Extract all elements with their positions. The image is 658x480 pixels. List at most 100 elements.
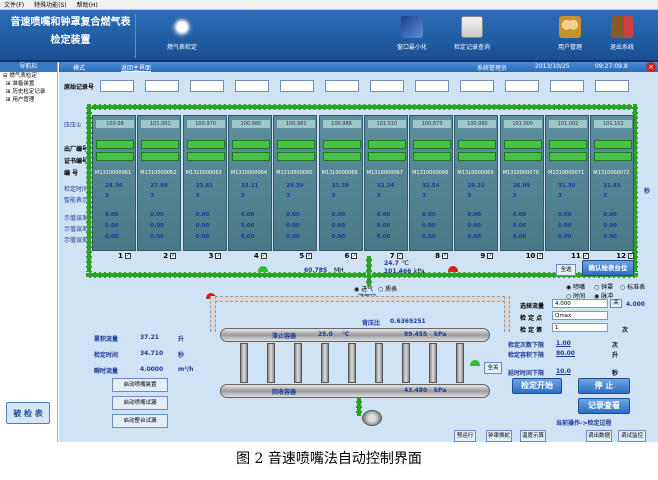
set-count-value[interactable]: 1.00: [556, 340, 571, 347]
meter-cert-field[interactable]: [458, 152, 497, 161]
menu-help[interactable]: 帮助(H): [77, 0, 98, 9]
bell-radio[interactable]: ○ 质表: [378, 284, 397, 293]
close-all-button[interactable]: 全关: [484, 362, 502, 374]
gas-meter[interactable]: 100.980 M1310000069 29.31 3 0.00 0.00 0.00: [454, 115, 499, 251]
meter-select-checkbox[interactable]: 1 ✓: [118, 252, 131, 260]
start-verify-button[interactable]: 检定开始: [512, 378, 562, 394]
select-all-button[interactable]: 全选: [556, 264, 576, 276]
record-number-box[interactable]: [595, 80, 629, 92]
nav-item-history[interactable]: ⊞ 历史检定记录: [0, 88, 57, 96]
start-nozzle-device-button[interactable]: 启动喷嘴装置: [112, 378, 168, 392]
meter-cert-field[interactable]: [594, 152, 633, 161]
record-number-box[interactable]: [325, 80, 359, 92]
valve-green-lower-icon[interactable]: [470, 360, 480, 366]
valve-red-icon[interactable]: [448, 266, 458, 272]
radio-nozzle[interactable]: ◉ 喷嘴: [566, 282, 585, 291]
nav-item-meter-verify[interactable]: ⊟ 燃气表检定: [0, 72, 57, 80]
meter-select-checkbox[interactable]: 11 ✓: [571, 252, 589, 260]
record-number-box[interactable]: [550, 80, 584, 92]
meter-serial-field[interactable]: [367, 140, 406, 149]
meter-select-checkbox[interactable]: 7 ✓: [390, 252, 403, 260]
nav-item-users[interactable]: ⊞ 用户管理: [0, 96, 57, 104]
meter-select-checkbox[interactable]: 5 ✓: [299, 252, 313, 260]
bell-change-button[interactable]: 钟罩换蛇: [486, 430, 512, 442]
select-flow-button[interactable]: 关: [610, 299, 622, 308]
meter-serial-field[interactable]: [503, 140, 542, 149]
meter-cert-field[interactable]: [549, 152, 587, 161]
header-btn-records[interactable]: 检定记录查询: [440, 16, 504, 58]
meter-select-checkbox[interactable]: 10 ✓: [526, 252, 544, 260]
valve-green-icon[interactable]: [258, 266, 268, 272]
start-full-leak-button[interactable]: 启动整台试漏: [112, 414, 168, 428]
meter-serial-field[interactable]: [458, 140, 497, 149]
record-number-box[interactable]: [280, 80, 314, 92]
back-main-link[interactable]: 返回主界面: [121, 63, 151, 72]
meter-select-checkbox[interactable]: 4 ✓: [254, 252, 267, 260]
gas-meter[interactable]: 100.08 M1310000061 28.36 3 0.00 0.00 0.00: [92, 115, 136, 251]
meter-cert-field[interactable]: [367, 152, 406, 161]
gas-meter[interactable]: 101.000 M1310000070 26.99 3 0.00 0.00 0.00: [499, 115, 544, 251]
record-number-box[interactable]: [460, 80, 494, 92]
meter-select-checkbox[interactable]: 6 ✓: [345, 252, 358, 260]
meter-cert-field[interactable]: [96, 152, 134, 161]
record-number-box[interactable]: [235, 80, 269, 92]
header-btn-exit[interactable]: 退出系统: [590, 16, 654, 58]
gas-meter[interactable]: 101.002 M1310000071 31.30 3 0.00 0.00 0.00: [545, 115, 589, 251]
meter-serial-field[interactable]: [322, 140, 361, 149]
menu-file[interactable]: 文件(F): [4, 0, 24, 9]
verify-meter-button[interactable]: 被 检 表: [6, 402, 50, 424]
delay-value[interactable]: 10.0: [556, 368, 571, 375]
record-number-box[interactable]: [505, 80, 539, 92]
record-number-box[interactable]: [145, 80, 179, 92]
meter-select-checkbox[interactable]: 2 ✓: [163, 252, 177, 260]
pre-run-button[interactable]: 预运行: [454, 430, 476, 442]
gas-meter[interactable]: 100.981 M1310000065 29.39 3 0.00 0.00 0.00: [273, 115, 318, 251]
gas-meter[interactable]: 100.873 M1310000068 32.54 3 0.00 0.00 0.00: [409, 115, 454, 251]
meter-cert-field[interactable]: [413, 152, 452, 161]
record-number-box[interactable]: [370, 80, 404, 92]
header-btn-meter-verify[interactable]: 燃气表检定: [150, 16, 214, 58]
meter-cert-field[interactable]: [231, 152, 270, 161]
stop-button[interactable]: 停 止: [578, 378, 630, 394]
select-flow-input[interactable]: 4.000: [552, 299, 608, 308]
meter-serial-field[interactable]: [413, 140, 452, 149]
meter-cert-field[interactable]: [277, 152, 316, 161]
close-icon[interactable]: ×: [646, 62, 656, 72]
meter-serial-field[interactable]: [231, 140, 270, 149]
meter-select-checkbox[interactable]: 3 ✓: [209, 252, 222, 260]
view-records-button[interactable]: 记录查看: [578, 398, 630, 414]
debug-monitor-button[interactable]: 调试监控: [618, 430, 646, 442]
gas-meter[interactable]: 101.102 M1310000072 31.83 3 0.00 0.00 0.00: [590, 115, 635, 251]
gas-meter[interactable]: 100.980 M1310000064 33.11 3 0.00 0.00 0.00: [227, 115, 272, 251]
meter-serial-field[interactable]: [549, 140, 587, 149]
gas-meter[interactable]: 101.001 M1310000062 27.98 3 0.00 0.00 0.00: [137, 115, 182, 251]
confirm-position-button[interactable]: 确认检表台位: [582, 260, 634, 276]
gas-meter[interactable]: 101.010 M1310000067 32.24 3 0.00 0.00 0.00: [363, 115, 408, 251]
meter-serial-field[interactable]: [186, 140, 225, 149]
meter-serial-field[interactable]: [594, 140, 633, 149]
radio-std-meter[interactable]: ○ 标准表: [620, 282, 645, 291]
gas-meter[interactable]: 100.988 M1310000066 33.39 3 0.00 0.00 0.00: [318, 115, 363, 251]
meter-select-checkbox[interactable]: 12 ✓: [616, 252, 635, 260]
record-number-box[interactable]: [415, 80, 449, 92]
meter-cert-field[interactable]: [322, 152, 361, 161]
record-number-box[interactable]: [100, 80, 134, 92]
meter-cert-field[interactable]: [186, 152, 225, 161]
check-point-select[interactable]: Qmax: [552, 311, 608, 320]
meter-select-checkbox[interactable]: 9 ✓: [480, 252, 494, 260]
meter-select-checkbox[interactable]: 8 ✓: [435, 252, 448, 260]
meter-serial-field[interactable]: [141, 140, 180, 149]
load-data-button[interactable]: 调出数据: [586, 430, 612, 442]
meter-cert-field[interactable]: [503, 152, 542, 161]
gas-meter[interactable]: 100.970 M1310000063 33.81 3 0.00 0.00 0.00: [182, 115, 227, 251]
volume-value[interactable]: 80.00: [556, 350, 575, 357]
check-count-input[interactable]: 1: [552, 323, 608, 332]
meter-serial-field[interactable]: [277, 140, 316, 149]
menu-special[interactable]: 特殊功能(S): [34, 0, 67, 9]
start-nozzle-leak-button[interactable]: 启动喷嘴试漏: [112, 396, 168, 410]
meter-serial-field[interactable]: [96, 140, 134, 149]
nav-item-prepare[interactable]: ⊞ 准备装置: [0, 80, 57, 88]
radio-bell[interactable]: ○ 钟罩: [594, 282, 613, 291]
header-btn-minimize[interactable]: 窗口最小化: [380, 16, 444, 58]
temp-calc-button[interactable]: 温度示算: [520, 430, 546, 442]
